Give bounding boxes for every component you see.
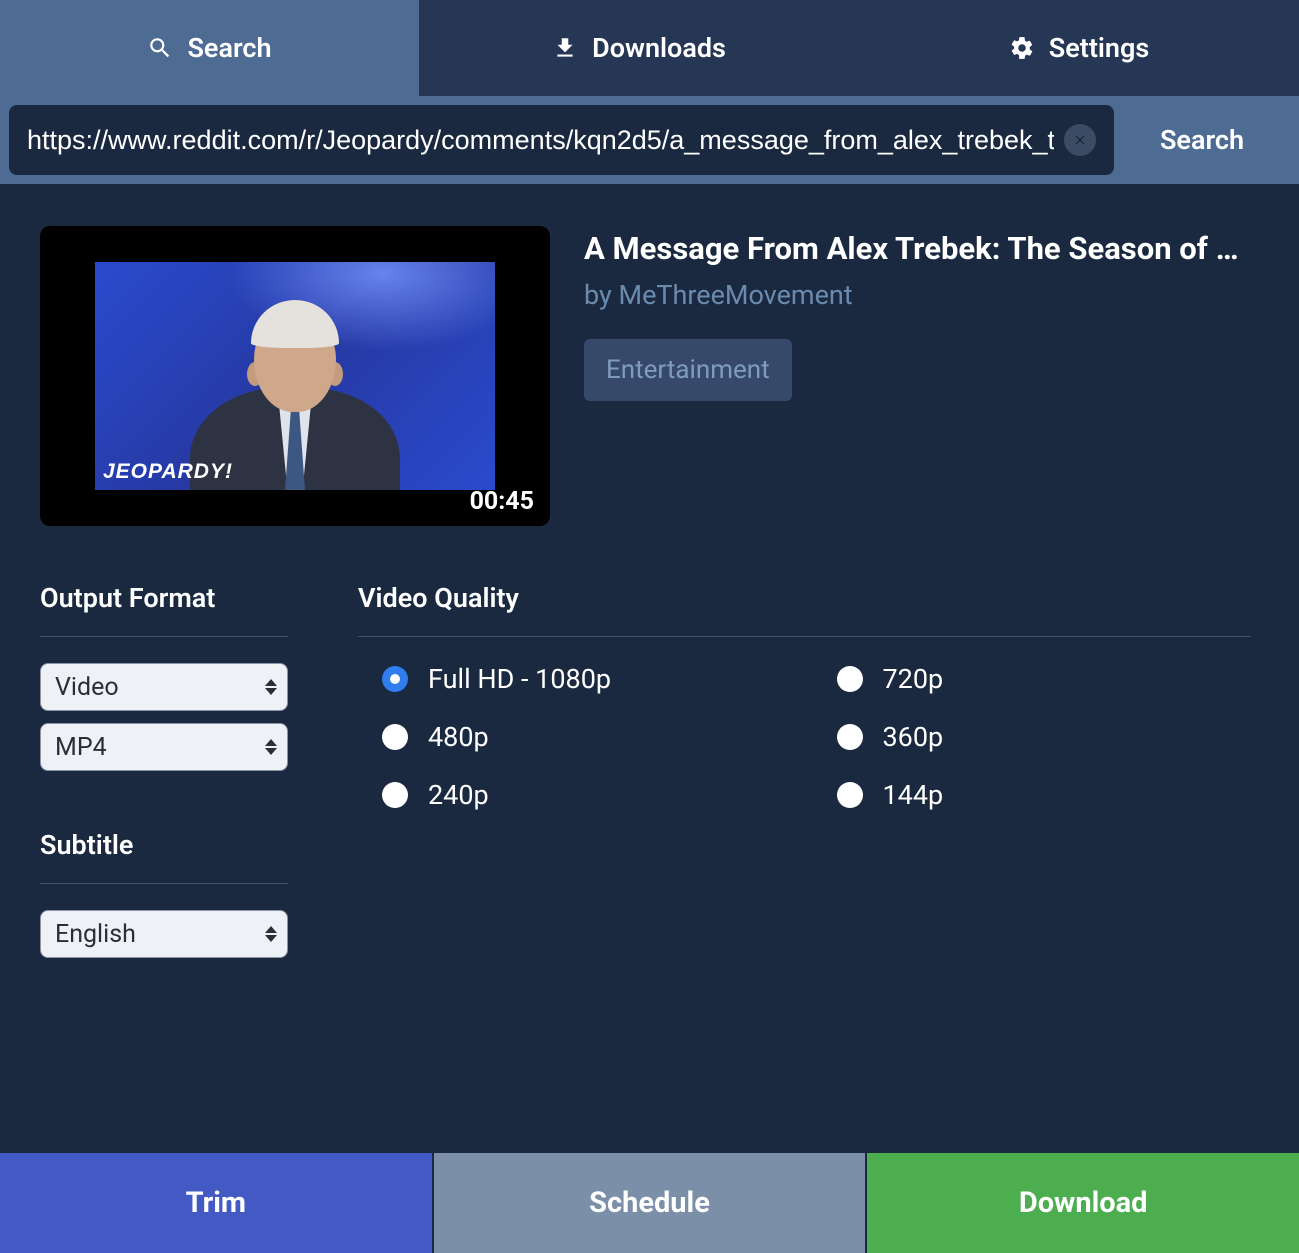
subtitle-select-value: English: [55, 920, 136, 949]
quality-360p[interactable]: 360p: [837, 721, 1252, 753]
gear-icon: [1009, 35, 1035, 61]
tab-settings-label: Settings: [1049, 32, 1150, 64]
quality-240p-label: 240p: [428, 779, 489, 811]
quality-480p[interactable]: 480p: [382, 721, 797, 753]
subtitle-label: Subtitle: [40, 829, 288, 884]
video-duration: 00:45: [470, 487, 534, 516]
format-select[interactable]: Video: [40, 663, 288, 711]
search-button[interactable]: Search: [1114, 105, 1290, 175]
quality-240p[interactable]: 240p: [382, 779, 797, 811]
video-info-row: JEOPARDY! 00:45 A Message From Alex Treb…: [40, 226, 1251, 526]
quality-480p-label: 480p: [428, 721, 489, 753]
trim-button[interactable]: Trim: [0, 1153, 432, 1253]
quality-1080p[interactable]: Full HD - 1080p: [382, 663, 797, 695]
radio-icon: [837, 666, 863, 692]
show-watermark: JEOPARDY!: [103, 460, 233, 484]
download-icon: [552, 35, 578, 61]
category-chip[interactable]: Entertainment: [584, 339, 792, 401]
quality-720p-label: 720p: [883, 663, 944, 695]
tab-search[interactable]: Search: [0, 0, 419, 96]
output-format-column: Output Format Video MP4 Subtitle English: [40, 582, 288, 970]
quality-144p-label: 144p: [883, 779, 944, 811]
quality-720p[interactable]: 720p: [837, 663, 1252, 695]
url-input[interactable]: [27, 125, 1054, 156]
radio-icon: [382, 666, 408, 692]
video-title: A Message From Alex Trebek: The Season o…: [584, 230, 1251, 267]
url-input-wrap: [9, 105, 1114, 175]
container-select-value: MP4: [55, 733, 107, 762]
video-quality-label: Video Quality: [358, 582, 1251, 637]
author-name: MeThreeMovement: [619, 279, 853, 311]
quality-144p[interactable]: 144p: [837, 779, 1252, 811]
video-author: by MeThreeMovement: [584, 279, 1251, 311]
select-arrows-icon: [265, 679, 277, 695]
top-tabs: Search Downloads Settings: [0, 0, 1299, 96]
radio-icon: [382, 782, 408, 808]
container-select[interactable]: MP4: [40, 723, 288, 771]
thumbnail-image: JEOPARDY!: [95, 262, 495, 490]
select-arrows-icon: [265, 926, 277, 942]
tab-settings[interactable]: Settings: [859, 0, 1299, 96]
video-quality-column: Video Quality Full HD - 1080p 720p 480p …: [358, 582, 1251, 970]
schedule-button[interactable]: Schedule: [434, 1153, 866, 1253]
clear-input-button[interactable]: [1064, 124, 1096, 156]
subtitle-select[interactable]: English: [40, 910, 288, 958]
search-icon: [147, 35, 173, 61]
video-thumbnail[interactable]: JEOPARDY! 00:45: [40, 226, 550, 526]
search-bar: Search: [0, 96, 1299, 184]
radio-icon: [837, 782, 863, 808]
video-meta: A Message From Alex Trebek: The Season o…: [584, 226, 1251, 526]
select-arrows-icon: [265, 739, 277, 755]
radio-icon: [837, 724, 863, 750]
main-content: JEOPARDY! 00:45 A Message From Alex Treb…: [0, 184, 1299, 1153]
author-prefix: by: [584, 279, 619, 311]
quality-1080p-label: Full HD - 1080p: [428, 663, 611, 695]
download-button[interactable]: Download: [867, 1153, 1299, 1253]
tab-downloads-label: Downloads: [592, 32, 726, 64]
tab-search-label: Search: [187, 32, 271, 64]
footer-actions: Trim Schedule Download: [0, 1153, 1299, 1253]
tab-downloads[interactable]: Downloads: [419, 0, 859, 96]
options-area: Output Format Video MP4 Subtitle English…: [40, 582, 1251, 970]
quality-options: Full HD - 1080p 720p 480p 360p 240p: [358, 663, 1251, 811]
format-select-value: Video: [55, 673, 119, 702]
close-icon: [1072, 132, 1088, 148]
radio-icon: [382, 724, 408, 750]
output-format-label: Output Format: [40, 582, 288, 637]
quality-360p-label: 360p: [883, 721, 944, 753]
